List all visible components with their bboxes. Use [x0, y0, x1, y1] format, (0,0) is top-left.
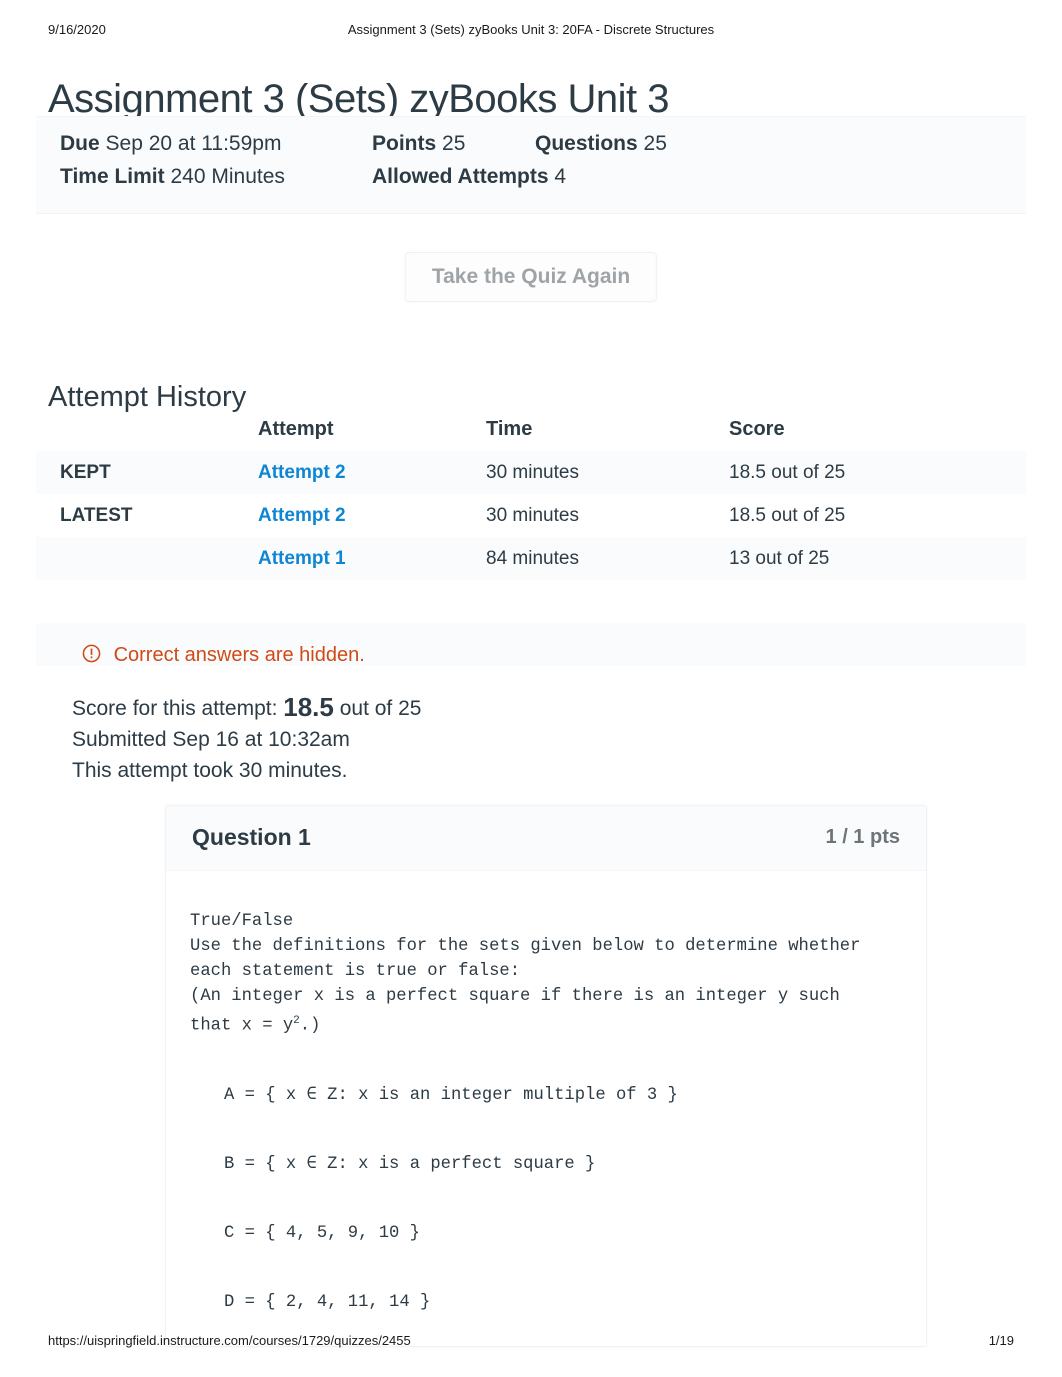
quiz-questions-value: 25 — [643, 132, 667, 155]
attempt-time: 30 minutes — [486, 462, 579, 483]
table-row: Attempt 1 84 minutes 13 out of 25 — [36, 537, 1026, 580]
set-definition-a: A = { x ∈ Z: x is an integer multiple of… — [224, 1085, 678, 1105]
question-points: 1 / 1 pts — [825, 826, 900, 848]
quiz-questions-label: Questions — [535, 132, 638, 155]
question-body: True/False Use the definitions for the s… — [166, 871, 926, 1315]
quiz-time-limit: Time Limit 240 Minutes — [60, 165, 285, 189]
row-status-label: LATEST — [60, 505, 133, 526]
quiz-due: Due Sep 20 at 11:59pm — [60, 132, 281, 156]
attempt-score-summary: Score for this attempt: 18.5 out of 25 S… — [72, 692, 772, 786]
attempt-history-table: Attempt Time Score KEPT Attempt 2 30 min… — [36, 408, 1026, 666]
question-type-line: True/False — [190, 912, 294, 931]
quiz-time-limit-label: Time Limit — [60, 165, 165, 188]
column-header-score: Score — [729, 418, 785, 440]
score-prefix: Score for this attempt: — [72, 697, 278, 720]
retake-button-container: Take the Quiz Again — [0, 252, 1062, 310]
question-prompt-line-3: (An integer x is a perfect square if the… — [190, 987, 840, 1006]
question-prompt-line-4: that x = y2.) — [190, 1009, 902, 1039]
hidden-answers-warning-text: Correct answers are hidden. — [113, 644, 365, 666]
take-quiz-again-button[interactable]: Take the Quiz Again — [404, 252, 658, 302]
set-definition-d: D = { 2, 4, 11, 14 } — [224, 1292, 431, 1312]
duration-line: This attempt took 30 minutes. — [72, 759, 348, 782]
attempt-link-text[interactable]: Attempt 2 — [258, 505, 346, 526]
quiz-time-limit-value: 240 Minutes — [170, 165, 285, 188]
table-header-row: Attempt Time Score — [36, 408, 1026, 451]
quiz-allowed-attempts: Allowed Attempts 4 — [372, 165, 566, 189]
attempt-time: 84 minutes — [486, 548, 579, 569]
question-card: Question 1 1 / 1 pts True/False Use the … — [165, 805, 927, 1347]
attempt-score: 13 out of 25 — [729, 548, 830, 569]
submitted-line: Submitted Sep 16 at 10:32am — [72, 728, 350, 751]
table-row: LATEST Attempt 2 30 minutes 18.5 out of … — [36, 494, 1026, 537]
question-prompt-line-1: Use the definitions for the sets given b… — [190, 937, 861, 956]
quiz-allowed-attempts-value: 4 — [554, 165, 567, 188]
column-header-time: Time — [486, 418, 533, 440]
score-suffix: out of 25 — [339, 697, 422, 720]
table-row-spacer — [36, 580, 1026, 623]
print-footer-page-number: 1/19 — [988, 1333, 1014, 1348]
score-line: Score for this attempt: 18.5 out of 25 — [72, 692, 772, 724]
attempt-score: 18.5 out of 25 — [729, 505, 846, 526]
attempt-link[interactable]: Attempt 1 — [258, 537, 346, 580]
exclamation-circle-icon — [82, 644, 101, 669]
attempt-link-text[interactable]: Attempt 2 — [258, 462, 346, 483]
print-footer-url: https://uispringfield.instructure.com/co… — [48, 1333, 411, 1348]
attempt-link[interactable]: Attempt 2 — [258, 451, 346, 494]
table-row: KEPT Attempt 2 30 minutes 18.5 out of 25 — [36, 451, 1026, 494]
question-prompt-line-2: each statement is true or false: — [190, 962, 521, 981]
print-footer: https://uispringfield.instructure.com/co… — [0, 1333, 1062, 1353]
row-status-label: KEPT — [60, 462, 111, 483]
prompt-line-4-pre: that x = y — [190, 1016, 294, 1036]
quiz-due-value: Sep 20 at 11:59pm — [105, 132, 282, 155]
quiz-points: Points 25 — [372, 132, 465, 156]
attempt-time: 30 minutes — [486, 505, 579, 526]
quiz-allowed-attempts-label: Allowed Attempts — [372, 165, 549, 188]
question-header: Question 1 1 / 1 pts — [166, 806, 926, 871]
prompt-line-4-exponent: 2 — [293, 1015, 300, 1027]
hidden-answers-warning: Correct answers are hidden. — [82, 644, 365, 670]
column-header-attempt: Attempt — [258, 418, 334, 440]
attempt-score: 18.5 out of 25 — [729, 462, 846, 483]
set-definition-b: B = { x ∈ Z: x is a perfect square } — [224, 1154, 596, 1174]
score-value: 18.5 — [283, 692, 334, 722]
attempt-link-text[interactable]: Attempt 1 — [258, 548, 346, 569]
attempt-link[interactable]: Attempt 2 — [258, 494, 346, 537]
question-title: Question 1 — [192, 824, 311, 850]
quiz-details-band: Due Sep 20 at 11:59pm Points 25 Question… — [36, 116, 1026, 214]
print-document-title: Assignment 3 (Sets) zyBooks Unit 3: 20FA… — [347, 22, 715, 37]
prompt-line-4-post: .) — [299, 1016, 321, 1036]
quiz-details-row-2: Time Limit 240 Minutes Allowed Attempts … — [60, 165, 1010, 198]
quiz-points-label: Points — [372, 132, 437, 155]
quiz-due-label: Due — [60, 132, 100, 155]
set-definition-c: C = { 4, 5, 9, 10 } — [224, 1223, 420, 1243]
quiz-questions: Questions 25 — [535, 132, 667, 156]
quiz-points-value: 25 — [442, 132, 466, 155]
print-header: 9/16/2020 Assignment 3 (Sets) zyBooks Un… — [0, 22, 1062, 40]
quiz-details-row-1: Due Sep 20 at 11:59pm Points 25 Question… — [60, 132, 1010, 165]
